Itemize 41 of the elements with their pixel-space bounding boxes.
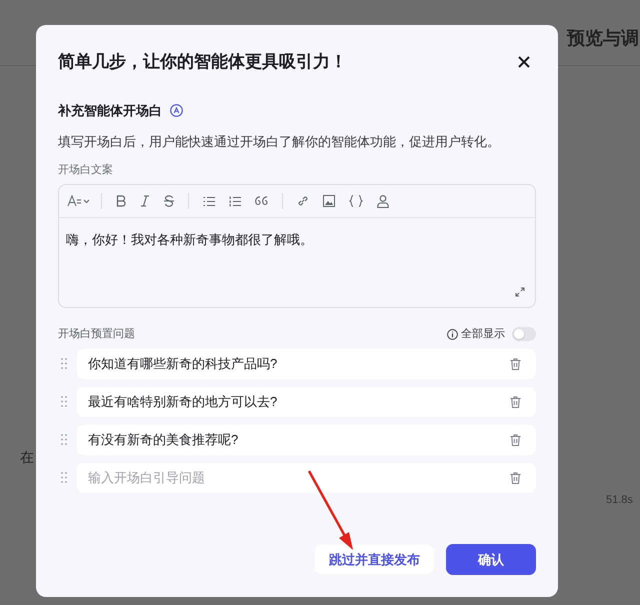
- skip-publish-button[interactable]: 跳过并直接发布: [315, 545, 434, 574]
- question-field[interactable]: 最近有啥特别新奇的地方可以去?: [77, 386, 536, 416]
- image-icon[interactable]: [323, 195, 335, 207]
- panel-title: 预览与调: [567, 27, 639, 50]
- drag-handle-icon[interactable]: [61, 472, 67, 483]
- question-field[interactable]: 输入开场白引导问题: [77, 462, 536, 492]
- trash-icon[interactable]: [510, 358, 521, 370]
- strikethrough-icon[interactable]: [164, 195, 174, 207]
- toggle-label: 全部显示: [461, 326, 505, 342]
- italic-icon[interactable]: [140, 195, 150, 207]
- question-field[interactable]: 你知道有哪些新奇的科技产品吗?: [77, 348, 536, 378]
- field-label: 开场白预置问题: [58, 327, 135, 342]
- trash-icon[interactable]: [510, 396, 521, 408]
- trash-icon[interactable]: [510, 472, 521, 484]
- section-title: 补充智能体开场白: [58, 102, 162, 120]
- confirm-button[interactable]: 确认: [446, 544, 536, 575]
- drag-handle-icon[interactable]: [61, 434, 67, 445]
- numbered-list-icon[interactable]: [229, 196, 241, 206]
- text-style-icon[interactable]: [67, 195, 91, 207]
- quote-icon[interactable]: [255, 196, 268, 206]
- section-description: 填写开场白后，用户能快速通过开场白了解你的智能体功能，促进用户转化。: [58, 133, 501, 151]
- toggle-switch[interactable]: [512, 327, 536, 342]
- drag-handle-icon[interactable]: [61, 358, 67, 369]
- bullet-list-icon[interactable]: [203, 196, 215, 206]
- drag-handle-icon[interactable]: [61, 396, 67, 407]
- editor-text: 嗨，你好！我对各种新奇事物都很了解哦。: [65, 231, 314, 249]
- timing-label: 51.8s: [606, 493, 633, 508]
- rich-text-editor[interactable]: 嗨，你好！我对各种新奇事物都很了解哦。: [58, 184, 536, 308]
- link-icon[interactable]: [297, 195, 309, 207]
- question-field[interactable]: 有没有新奇的美食推荐呢?: [77, 424, 536, 454]
- dialog-title: 简单几步，让你的智能体更具吸引力！: [58, 51, 347, 73]
- ai-icon[interactable]: [170, 104, 183, 117]
- braces-icon[interactable]: [349, 195, 363, 207]
- trash-icon[interactable]: [510, 434, 521, 446]
- user-icon[interactable]: [377, 194, 389, 208]
- expand-icon[interactable]: [515, 287, 525, 297]
- close-icon[interactable]: [518, 56, 530, 68]
- bold-icon[interactable]: [116, 195, 126, 207]
- background-text: 在: [20, 448, 34, 467]
- field-label: 开场白文案: [58, 162, 114, 178]
- info-icon: [447, 328, 458, 340]
